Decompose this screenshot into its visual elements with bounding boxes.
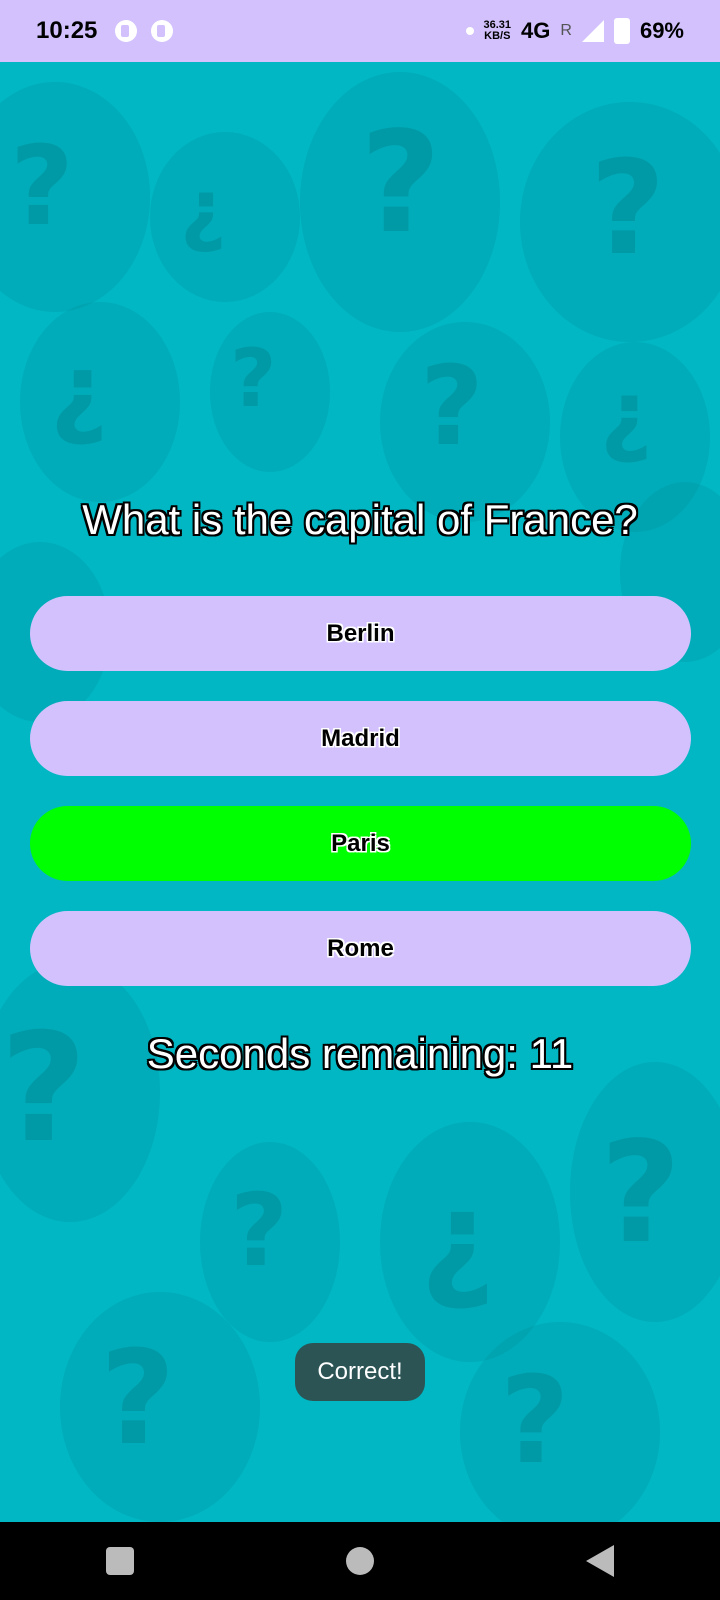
status-right: 36.31 KB/S 4G R 69% <box>465 18 684 44</box>
battery-level: 69% <box>639 18 684 43</box>
navigation-bar <box>0 1522 720 1600</box>
recents-icon[interactable] <box>106 1547 134 1575</box>
answer-button-berlin[interactable]: Berlin <box>30 596 691 671</box>
app-notification-icon <box>115 20 138 42</box>
question-text: What is the capital of France? <box>82 496 638 543</box>
countdown-timer: Seconds remaining: 11 <box>146 1030 574 1077</box>
answer-button-paris[interactable]: Paris <box>30 806 691 881</box>
answer-list: Berlin Madrid Paris Rome <box>30 596 691 1016</box>
network-speed: 36.31 KB/S <box>483 19 512 42</box>
back-icon[interactable] <box>586 1545 614 1577</box>
roaming-indicator: R <box>560 22 572 39</box>
answer-button-madrid[interactable]: Madrid <box>30 701 691 776</box>
network-type: 4G <box>521 18 551 43</box>
signal-icon <box>581 20 604 42</box>
status-time: 10:25 <box>36 17 98 44</box>
app-notification-icon <box>151 20 174 42</box>
battery-icon <box>613 18 630 44</box>
notification-icons <box>115 20 174 42</box>
toast-message: Correct! <box>295 1343 425 1401</box>
home-icon[interactable] <box>346 1547 374 1575</box>
answer-button-rome[interactable]: Rome <box>30 911 691 986</box>
dot-icon <box>465 27 474 35</box>
status-bar: 10:25 36.31 KB/S 4G R 69% <box>0 0 720 62</box>
